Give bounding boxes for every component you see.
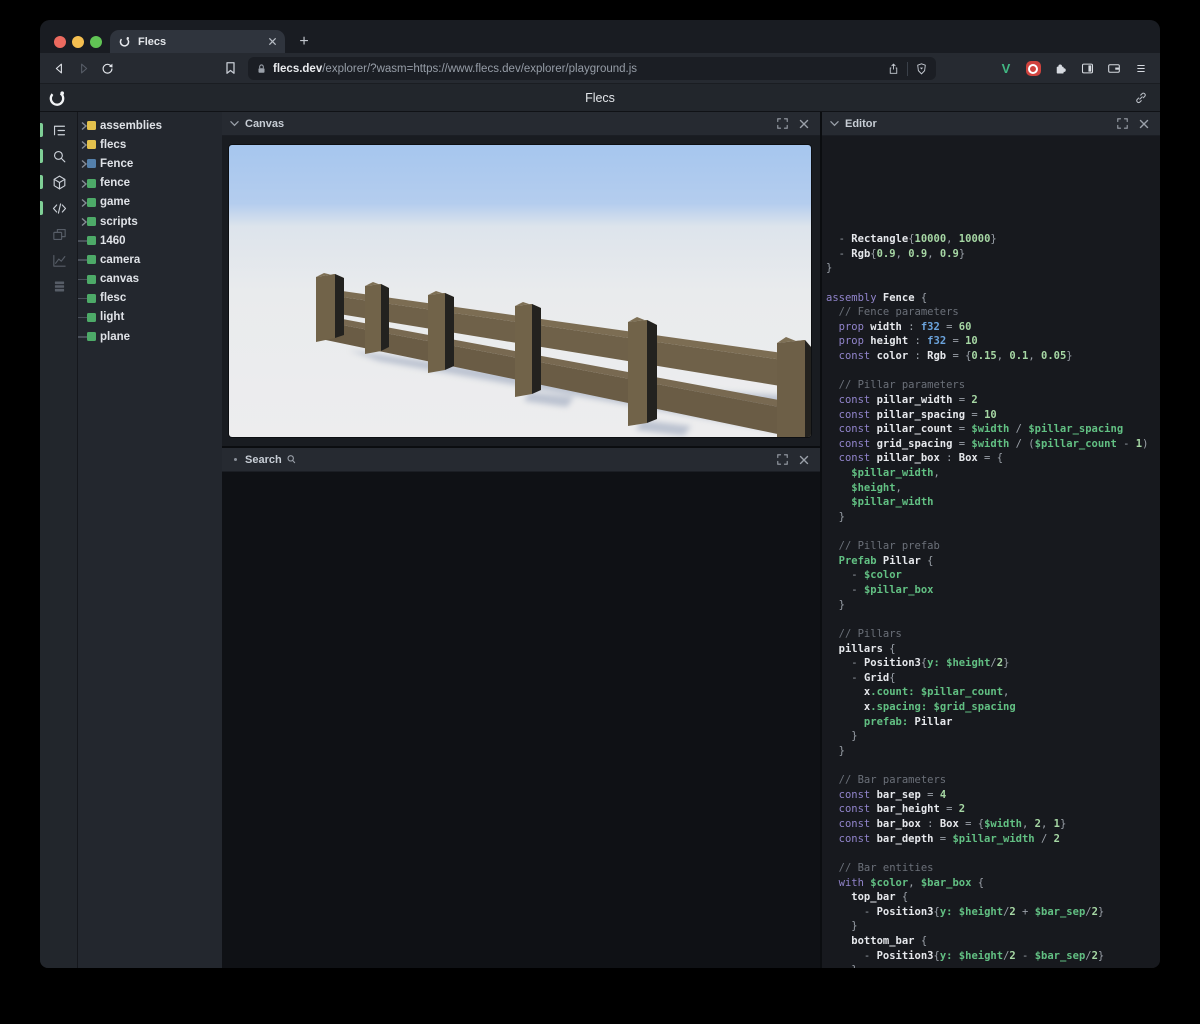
sidebar-toggle-icon[interactable] bbox=[1076, 58, 1098, 80]
tree-item[interactable]: camera bbox=[78, 250, 222, 269]
canvas-3d-scene[interactable] bbox=[229, 145, 811, 437]
vue-extension-icon[interactable]: V bbox=[995, 58, 1017, 80]
brave-shield-icon[interactable] bbox=[915, 62, 928, 76]
tree-item-label: flecs bbox=[100, 138, 127, 151]
tree-item[interactable]: Fence bbox=[78, 154, 222, 173]
permalink-icon[interactable] bbox=[1134, 91, 1148, 105]
rows-stack-button[interactable] bbox=[40, 273, 78, 299]
forward-button[interactable] bbox=[71, 56, 95, 80]
search-icon bbox=[287, 455, 295, 464]
entity-color-square bbox=[87, 197, 96, 207]
app-header: Flecs bbox=[40, 84, 1160, 112]
bookmark-icon[interactable] bbox=[218, 56, 242, 80]
entity-color-square bbox=[87, 274, 96, 284]
windows-panel-button[interactable] bbox=[40, 221, 78, 247]
tree-item[interactable]: flesc bbox=[78, 289, 222, 308]
page-title: Flecs bbox=[585, 91, 615, 105]
tree-item[interactable]: game bbox=[78, 193, 222, 212]
chevron-down-icon[interactable] bbox=[230, 120, 239, 127]
adblock-extension-icon[interactable] bbox=[1022, 58, 1044, 80]
new-tab-button[interactable]: + bbox=[292, 30, 316, 53]
tab-close-icon[interactable] bbox=[268, 37, 277, 46]
tree-item-label: fence bbox=[100, 177, 131, 190]
search-close-button[interactable] bbox=[796, 452, 812, 468]
search-panel-button[interactable] bbox=[40, 143, 78, 169]
url-domain: flecs.dev bbox=[273, 62, 323, 75]
editor-panel: Editor - Rectangle{10000, 10000} - Rgb{0… bbox=[822, 112, 1160, 968]
canvas-close-button[interactable] bbox=[796, 116, 812, 132]
tree-item-label: plane bbox=[100, 330, 131, 343]
tree-item[interactable]: plane bbox=[78, 327, 222, 346]
entity-color-square bbox=[87, 216, 96, 226]
tree-item-label: camera bbox=[100, 253, 141, 266]
editor-code[interactable]: - Rectangle{10000, 10000} - Rgb{0.9, 0.9… bbox=[826, 232, 1160, 968]
share-icon[interactable] bbox=[887, 62, 900, 76]
entity-color-square bbox=[87, 121, 96, 130]
url-bar[interactable]: flecs.dev /explorer/?wasm=https://www.fl… bbox=[248, 57, 936, 80]
editor-close-button[interactable] bbox=[1136, 116, 1152, 132]
tree-item-label: Fence bbox=[100, 157, 134, 170]
tree-item[interactable]: assemblies bbox=[78, 116, 222, 135]
search-panel-body[interactable] bbox=[222, 472, 820, 968]
url-path: /explorer/?wasm=https://www.flecs.dev/ex… bbox=[322, 62, 638, 75]
stats-chart-button[interactable] bbox=[40, 247, 78, 273]
menu-icon[interactable] bbox=[1130, 58, 1152, 80]
tree-item[interactable]: light bbox=[78, 308, 222, 327]
tree-item-label: canvas bbox=[100, 273, 140, 286]
search-panel-title: Search bbox=[245, 453, 282, 466]
tree-item-label: light bbox=[100, 311, 125, 324]
editor-panel-button[interactable] bbox=[40, 195, 78, 221]
entity-color-square bbox=[87, 312, 96, 322]
tree-item-label: scripts bbox=[100, 215, 138, 228]
entity-color-square bbox=[87, 236, 96, 246]
editor-panel-header: Editor bbox=[822, 112, 1160, 136]
browser-window: Flecs + flecs.dev /explorer/?wasm=https:… bbox=[40, 20, 1160, 968]
window-minimize-button[interactable] bbox=[72, 36, 84, 48]
window-zoom-button[interactable] bbox=[90, 36, 102, 48]
center-column: Canvas Search bbox=[222, 112, 820, 968]
lock-icon bbox=[258, 63, 265, 73]
entity-color-square bbox=[87, 293, 96, 303]
chevron-down-icon[interactable] bbox=[830, 120, 839, 127]
canvas-fullscreen-button[interactable] bbox=[774, 116, 790, 132]
outliner-panel-button[interactable] bbox=[40, 117, 78, 143]
panel-dot-icon bbox=[234, 458, 237, 461]
tab-strip: Flecs + bbox=[40, 20, 1160, 53]
entity-tree: assemblies flecs Fence fence game script… bbox=[78, 112, 222, 968]
tree-item[interactable]: fence bbox=[78, 174, 222, 193]
entity-color-square bbox=[87, 178, 96, 188]
search-panel-header: Search bbox=[222, 448, 820, 472]
wallet-icon[interactable] bbox=[1103, 58, 1125, 80]
entity-color-square bbox=[87, 159, 96, 169]
editor-panel-title: Editor bbox=[845, 117, 877, 130]
tree-item[interactable]: canvas bbox=[78, 270, 222, 289]
tree-item[interactable]: flecs bbox=[78, 135, 222, 154]
entity-color-square bbox=[87, 332, 96, 342]
tab-title: Flecs bbox=[138, 35, 167, 48]
window-close-button[interactable] bbox=[54, 36, 66, 48]
back-button[interactable] bbox=[47, 56, 71, 80]
browser-tab[interactable]: Flecs bbox=[110, 30, 285, 53]
canvas-panel-title: Canvas bbox=[245, 117, 285, 130]
entity-color-square bbox=[87, 255, 96, 265]
entity-color-square bbox=[87, 140, 96, 150]
tree-item-label: flesc bbox=[100, 292, 127, 305]
extensions-puzzle-icon[interactable] bbox=[1049, 58, 1071, 80]
search-fullscreen-button[interactable] bbox=[774, 452, 790, 468]
tree-item[interactable]: 1460 bbox=[78, 231, 222, 250]
reload-button[interactable] bbox=[95, 56, 119, 80]
extensions-cluster: V bbox=[995, 56, 1152, 81]
tree-item-label: game bbox=[100, 196, 131, 209]
canvas-panel-header: Canvas bbox=[222, 112, 820, 136]
tree-item-label: assemblies bbox=[100, 119, 163, 132]
canvas-panel-button[interactable] bbox=[40, 169, 78, 195]
left-icon-rail bbox=[40, 112, 78, 968]
tree-item-label: 1460 bbox=[100, 234, 126, 247]
tree-item[interactable]: scripts bbox=[78, 212, 222, 231]
browser-toolbar: flecs.dev /explorer/?wasm=https://www.fl… bbox=[40, 53, 1160, 84]
canvas-viewport[interactable] bbox=[222, 136, 820, 446]
divider bbox=[907, 61, 908, 76]
flecs-favicon bbox=[119, 37, 130, 47]
editor-fullscreen-button[interactable] bbox=[1114, 116, 1130, 132]
